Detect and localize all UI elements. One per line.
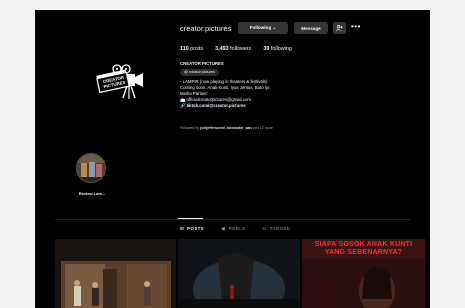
profile-avatar[interactable]: CREATOR PICTURES: [93, 58, 147, 112]
post-overlay-line-2: YANG SEBENARNYA?: [324, 249, 403, 256]
profile-username: creator.pictures: [180, 24, 232, 33]
tagged-icon: ☷: [262, 226, 267, 231]
profile-stats: 110 posts 3,493 followers 39 following: [180, 46, 292, 52]
post-thumbnail[interactable]: SIAPA SOSOK ANAK KUNTI YANG SEBENARNYA?: [302, 239, 425, 308]
followed-by[interactable]: Followed by joeljeffersonst, alexander_a…: [180, 126, 273, 130]
profile-page: CREATOR PICTURES creator.pictures Follow…: [35, 10, 430, 308]
highlight-label: Review Lam...: [78, 191, 106, 196]
profile-link[interactable]: 🔗 tiktok.com/@creator.pictures: [180, 103, 360, 109]
message-button[interactable]: Message: [294, 22, 328, 34]
post-overlay-line-1: SIAPA SOSOK ANAK KUNTI: [314, 241, 413, 248]
following-stat[interactable]: 39 following: [263, 46, 291, 52]
display-name: CREATOR PICTURES: [180, 61, 224, 66]
following-count: 39: [263, 46, 270, 52]
followed-by-names: joeljeffersonst, alexander_aan: [200, 126, 252, 130]
profile-tabs: ⊞ POSTS ▣ REELS ☷ TAGGED: [180, 226, 291, 232]
threads-handle: creator.pictures: [188, 70, 215, 74]
story-highlight[interactable]: [76, 153, 106, 183]
posts-label: posts: [190, 46, 204, 52]
followers-count: 3,493: [215, 46, 229, 52]
add-person-icon: [336, 25, 343, 31]
active-tab-indicator: [178, 218, 203, 219]
profile-bio: CREATOR PICTURES @ creator.pictures - LA…: [180, 61, 360, 109]
tab-reels[interactable]: ▣ REELS: [221, 226, 245, 232]
tab-tagged-label: TAGGED: [269, 226, 291, 231]
followers-stat[interactable]: 3,493 followers: [215, 46, 251, 52]
post-thumbnail[interactable]: [55, 239, 176, 308]
post-thumbnail[interactable]: [178, 239, 300, 308]
followed-by-suffix: and 12 more: [252, 126, 273, 130]
suggested-accounts-button[interactable]: [333, 22, 346, 34]
post-overlay-title: SIAPA SOSOK ANAK KUNTI YANG SEBENARNYA?: [302, 241, 425, 257]
link-icon: 🔗: [180, 103, 186, 108]
more-options-icon[interactable]: •••: [351, 22, 361, 32]
tab-posts-label: POSTS: [187, 226, 205, 231]
following-button[interactable]: Following ⌄: [238, 22, 288, 34]
followers-label: followers: [230, 46, 252, 52]
tabs-divider: [55, 219, 410, 220]
reels-icon: ▣: [221, 226, 226, 231]
post-image-dark-figures: [178, 239, 300, 308]
posts-count: 110: [180, 46, 189, 52]
profile-link-text: tiktok.com/@creator.pictures: [186, 103, 246, 108]
post-image-stage-scene: [55, 239, 176, 308]
following-label: following: [270, 46, 292, 52]
tab-posts[interactable]: ⊞ POSTS: [180, 226, 204, 232]
tab-tagged[interactable]: ☷ TAGGED: [262, 226, 290, 232]
followed-by-prefix: Followed by: [180, 126, 200, 130]
grid-icon: ⊞: [180, 226, 185, 231]
tab-reels-label: REELS: [228, 226, 246, 231]
threads-badge[interactable]: @ creator.pictures: [180, 69, 219, 76]
posts-stat: 110 posts: [180, 46, 203, 52]
highlight-thumbnail: [77, 154, 105, 182]
